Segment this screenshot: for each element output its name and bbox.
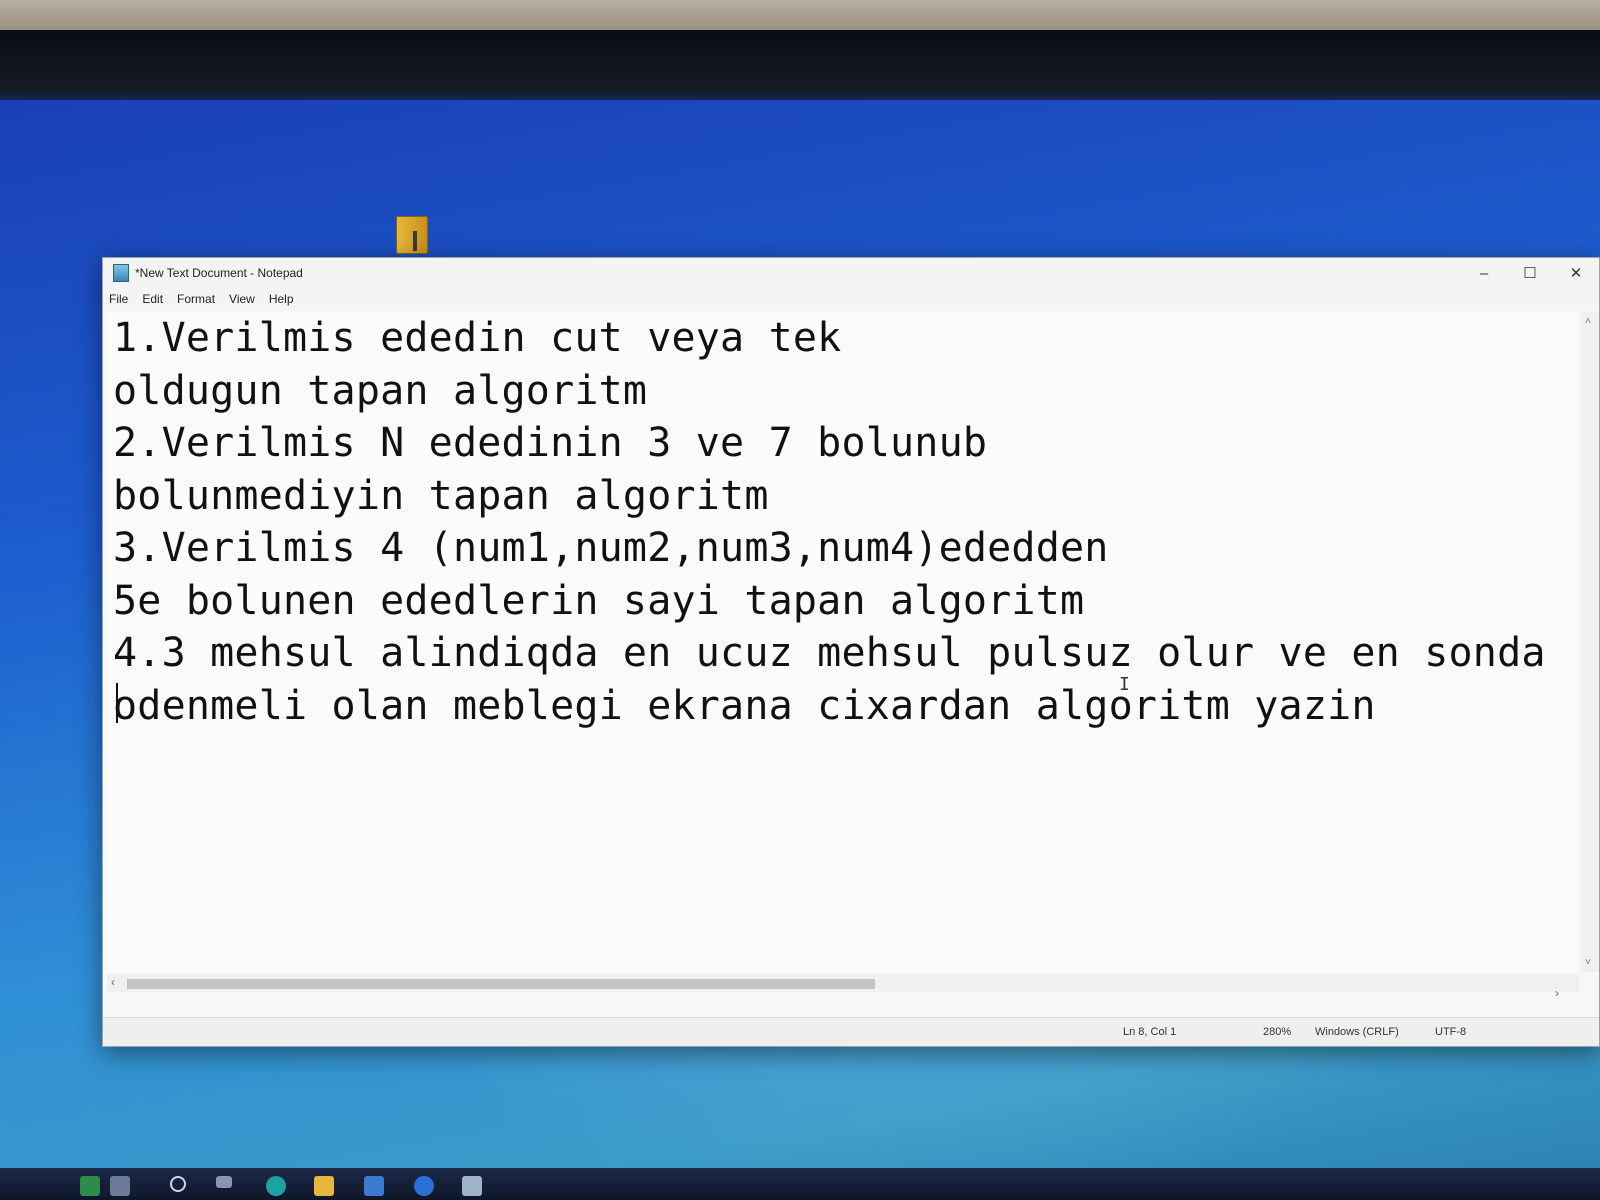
close-button[interactable]: ✕ (1553, 258, 1599, 288)
notepad-window: *New Text Document - Notepad – ☐ ✕ File … (102, 257, 1600, 1047)
horizontal-scrollbar[interactable]: ‹ › (107, 974, 1579, 1000)
text-line: 2.Verilmis N ededinin 3 ve 7 bolunub (113, 420, 988, 466)
menu-format[interactable]: Format (171, 292, 223, 306)
text-editor[interactable]: 1.Verilmis ededin cut veya tek oldugun t… (107, 312, 1577, 972)
edge-icon[interactable] (266, 1176, 286, 1196)
text-line: 3.Verilmis 4 (num1,num2,num3,num4)ededde… (113, 525, 1109, 571)
text-line: 1.Verilmis ededin cut veya tek (113, 315, 842, 361)
title-bar[interactable]: *New Text Document - Notepad – ☐ ✕ (103, 258, 1599, 288)
maximize-button[interactable]: ☐ (1507, 258, 1553, 288)
text-line: 5e bolunen ededlerin sayi tapan algoritm (113, 577, 1085, 624)
notepad-icon (113, 264, 129, 282)
excel-taskbar-icon[interactable] (80, 1176, 100, 1196)
encoding: UTF-8 (1435, 1026, 1467, 1038)
menu-view[interactable]: View (223, 292, 263, 306)
file-explorer-icon[interactable] (314, 1176, 334, 1196)
menu-help[interactable]: Help (263, 292, 302, 306)
text-line: bolunmediyin tapan algoritm (113, 472, 769, 519)
text-line: 4.3 mehsul alindiqda en ucuz mehsul puls… (113, 630, 1546, 676)
menu-edit[interactable]: Edit (136, 292, 171, 306)
app-taskbar-icon[interactable] (414, 1176, 434, 1196)
cursor-position: Ln 8, Col 1 (1123, 1026, 1177, 1038)
zoom-level: 280% (1263, 1026, 1292, 1038)
window-taskbar-icon[interactable] (110, 1176, 130, 1196)
vertical-scrollbar[interactable]: ˄ ˅ (1581, 312, 1599, 972)
text-line: oldugun tapan algoritm (113, 367, 648, 414)
folder-icon[interactable] (396, 216, 428, 254)
text-caret (116, 683, 118, 723)
menu-file[interactable]: File (103, 292, 136, 306)
ibeam-cursor-icon: I (1119, 674, 1130, 695)
scroll-up-icon[interactable]: ˄ (1585, 316, 1591, 327)
scroll-left-icon[interactable]: ‹ (111, 975, 115, 989)
search-icon[interactable] (170, 1176, 186, 1192)
line-ending: Windows (CRLF) (1315, 1026, 1399, 1038)
task-view-icon[interactable] (216, 1176, 232, 1188)
window-title: *New Text Document - Notepad (135, 266, 303, 280)
taskbar (0, 1168, 1600, 1200)
scroll-right-icon[interactable]: › (1555, 986, 1559, 1000)
menu-bar: File Edit Format View Help (103, 288, 1599, 310)
text-line: odenmeli olan meblegi ekrana cixardan al… (113, 682, 1376, 729)
store-icon[interactable] (364, 1176, 384, 1196)
scroll-thumb[interactable] (127, 979, 875, 989)
monitor-bezel (0, 30, 1600, 105)
minimize-button[interactable]: – (1461, 258, 1507, 288)
window-controls: – ☐ ✕ (1461, 258, 1599, 288)
scroll-down-icon[interactable]: ˅ (1585, 957, 1591, 968)
status-bar: Ln 8, Col 1 280% Windows (CRLF) UTF-8 (103, 1017, 1599, 1046)
notepad-taskbar-icon[interactable] (462, 1176, 482, 1196)
